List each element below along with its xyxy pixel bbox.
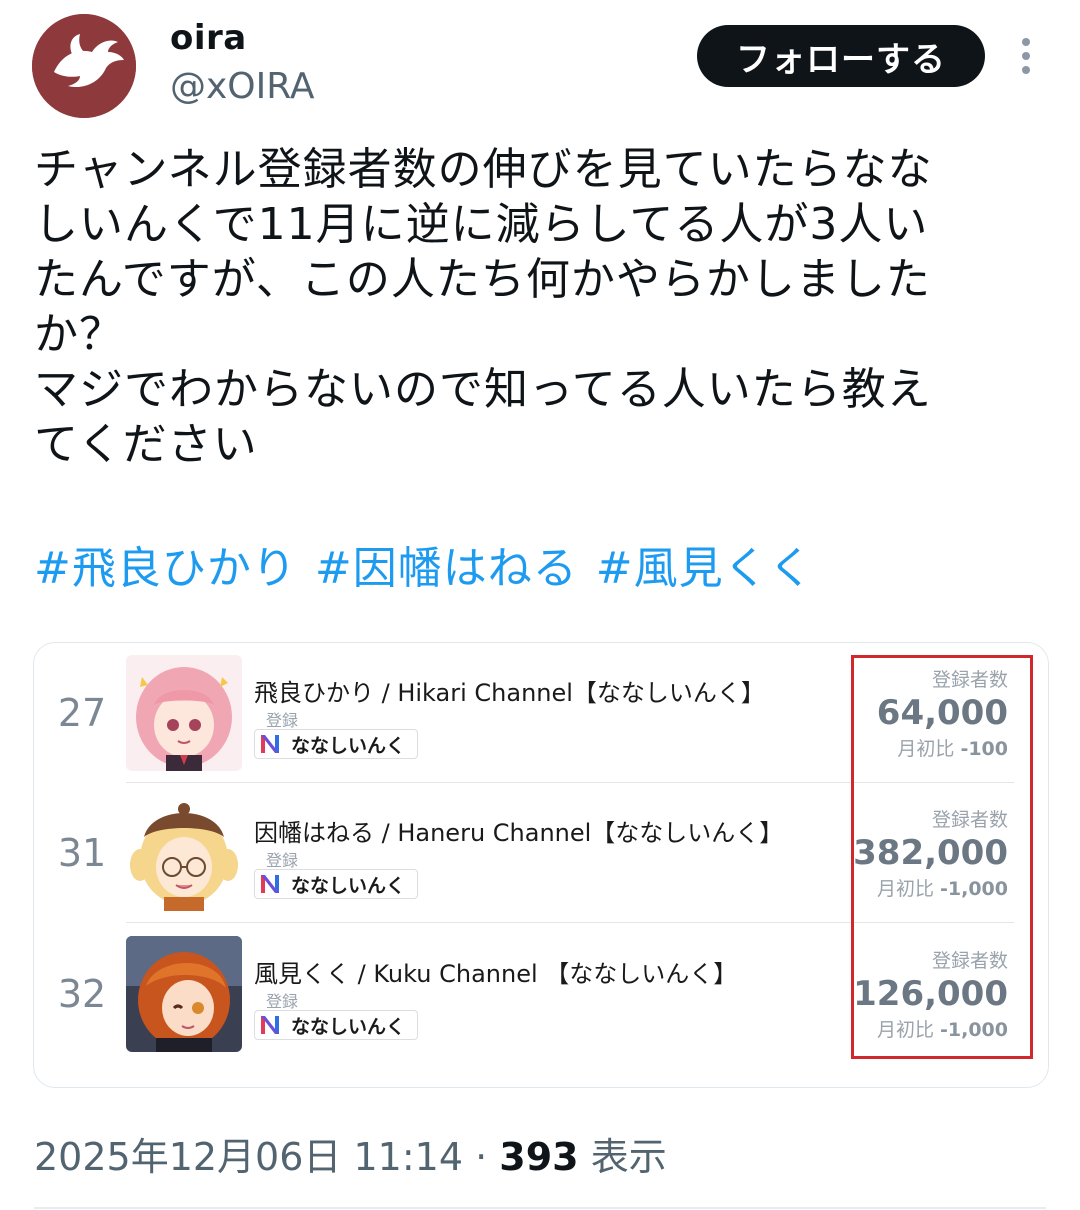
channel-thumbnail bbox=[126, 655, 242, 771]
nanashi-inc-logo-icon bbox=[261, 735, 279, 753]
channel-name: 風見くく / Kuku Channel 【ななしいんく】 bbox=[254, 960, 738, 988]
channel-thumbnail bbox=[126, 795, 242, 911]
org-badge: ななしいんく bbox=[254, 1010, 419, 1040]
rank-number: 31 bbox=[57, 831, 107, 875]
hashtag-link[interactable]: #風見くく bbox=[596, 543, 814, 594]
org-name: ななしいんく bbox=[291, 1015, 406, 1038]
author-handle[interactable]: @xOIRA bbox=[170, 66, 314, 107]
rank-number: 27 bbox=[57, 691, 107, 735]
timestamp[interactable]: 2025年12月06日 11:14 bbox=[34, 1135, 463, 1179]
red-highlight-box bbox=[851, 655, 1033, 1059]
org-name: ななしいんく bbox=[291, 874, 406, 897]
bird-logo-icon bbox=[32, 14, 136, 118]
tweet-line: たんですが、この人たち何かやらかしました bbox=[34, 254, 931, 305]
tweet-text: チャンネル登録者数の伸びを見ていたらなな しいんくで11月に逆に減らしてる人が3… bbox=[34, 142, 1044, 472]
channel-name: 因幡はねる / Haneru Channel【ななしいんく】 bbox=[254, 819, 784, 847]
more-options-icon[interactable] bbox=[1016, 34, 1036, 78]
nanashi-inc-logo-icon bbox=[261, 875, 279, 893]
views-label: 表示 bbox=[590, 1135, 667, 1179]
tweet-meta: 2025年12月06日 11:14 · 393 表示 bbox=[34, 1126, 667, 1181]
tweet-line: チャンネル登録者数の伸びを見ていたらなな bbox=[34, 144, 933, 195]
divider bbox=[34, 1207, 1046, 1209]
tweet-line: か？ bbox=[34, 309, 124, 360]
tweet-line: しいんくで11月に逆に減らしてる人が3人い bbox=[34, 199, 929, 250]
registered-label: 登録 bbox=[266, 992, 299, 1011]
meta-separator: · bbox=[475, 1135, 488, 1179]
nanashi-inc-logo-icon bbox=[261, 1016, 279, 1034]
channel-name: 飛良ひかり / Hikari Channel【ななしいんく】 bbox=[254, 679, 765, 707]
tweet-line: マジでわからないので知ってる人いたら教え bbox=[34, 364, 932, 415]
channel-thumbnail bbox=[126, 936, 242, 1052]
org-name: ななしいんく bbox=[291, 734, 406, 757]
org-badge: ななしいんく bbox=[254, 869, 419, 899]
author-avatar[interactable] bbox=[32, 14, 136, 118]
attached-image-ranking[interactable]: 27 飛良ひかり / Hikari Channel【ななしいんく】 登録 ななし… bbox=[33, 642, 1049, 1088]
rank-number: 32 bbox=[57, 972, 107, 1016]
org-badge: ななしいんく bbox=[254, 729, 419, 759]
follow-button[interactable]: フォローする bbox=[697, 25, 985, 87]
hashtag-link[interactable]: #因幡はねる bbox=[315, 543, 578, 594]
hashtag-link[interactable]: #飛良ひかり bbox=[34, 543, 297, 594]
registered-label: 登録 bbox=[266, 711, 299, 730]
hashtags: #飛良ひかり #因幡はねる #風見くく bbox=[34, 532, 832, 596]
view-count: 393 bbox=[499, 1135, 579, 1179]
registered-label: 登録 bbox=[266, 851, 299, 870]
author-name[interactable]: oira bbox=[170, 18, 247, 58]
tweet-line: てください bbox=[34, 419, 258, 470]
